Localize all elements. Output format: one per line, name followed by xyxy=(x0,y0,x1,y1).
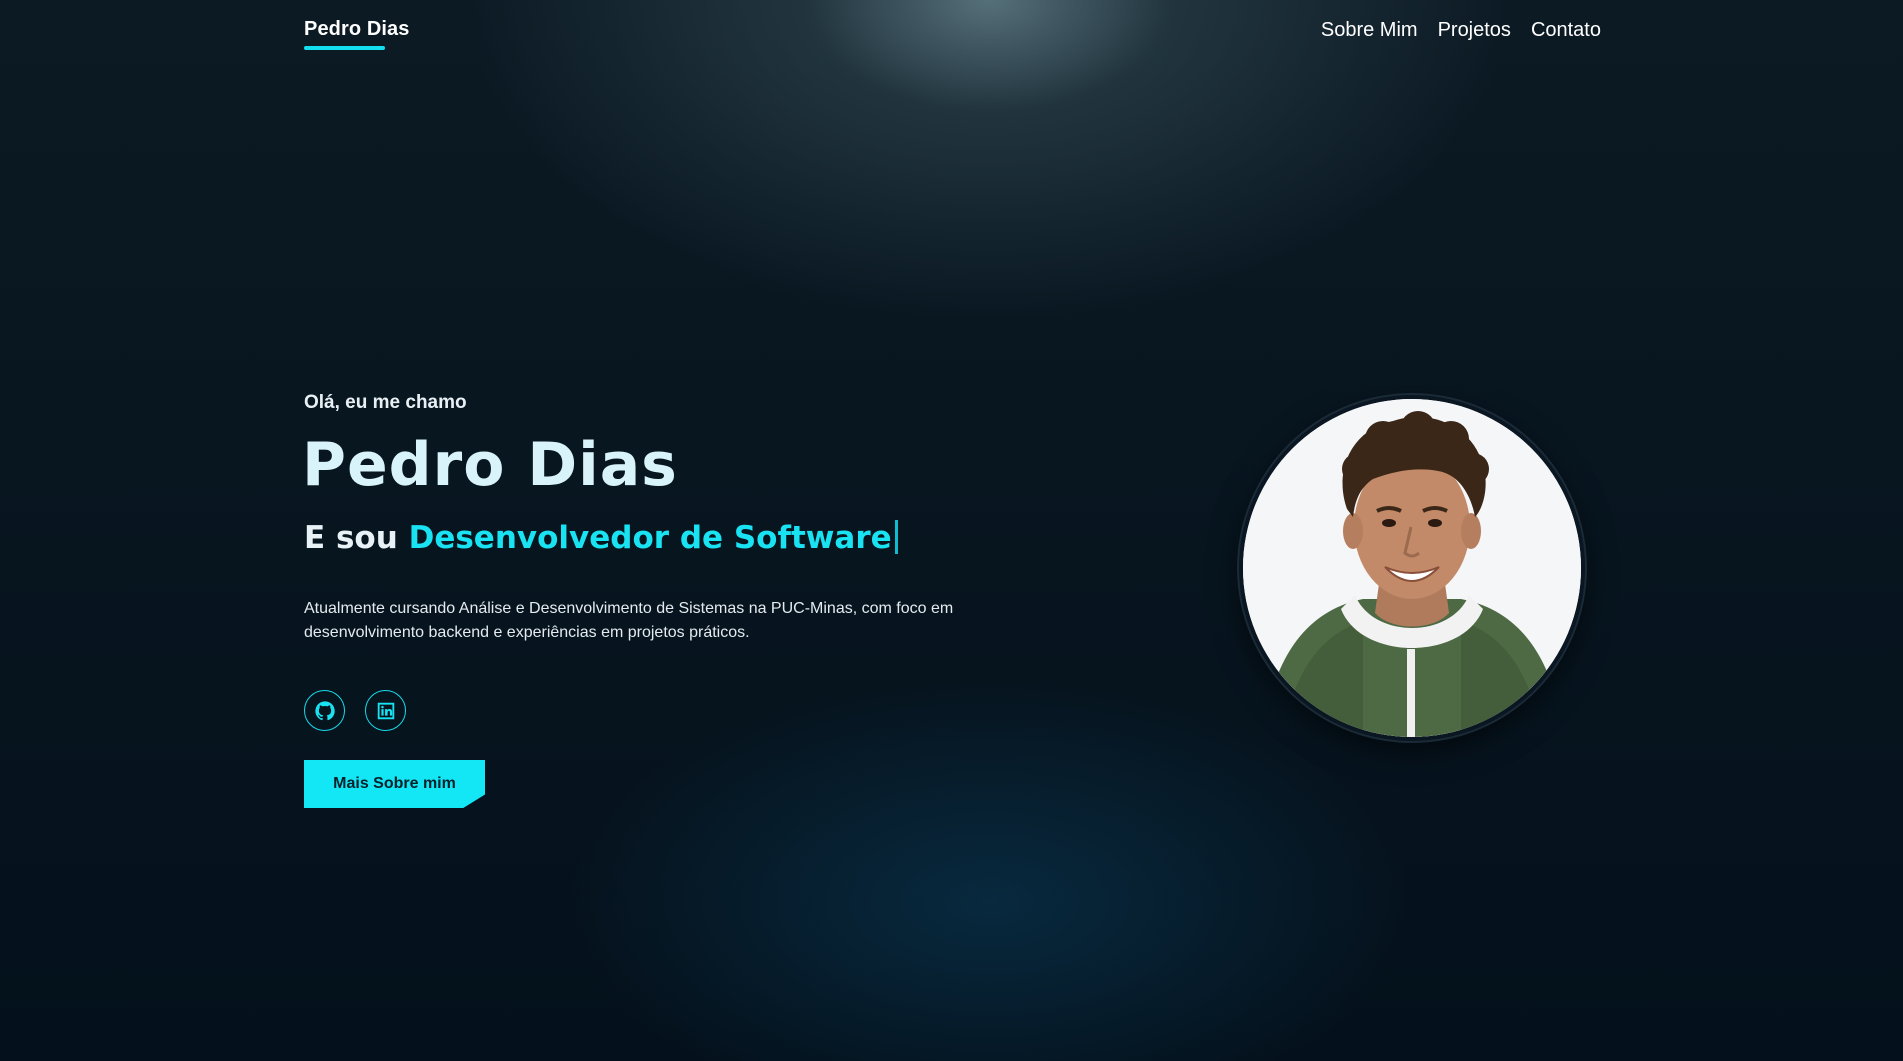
hero-role: E sou Desenvolvedor de Software xyxy=(304,520,898,556)
top-navbar: Pedro Dias Sobre Mim Projetos Contato xyxy=(0,0,1903,64)
portrait-illustration xyxy=(1243,399,1581,737)
nav-link-sobre-mim[interactable]: Sobre Mim xyxy=(1321,19,1418,42)
linkedin-link[interactable] xyxy=(365,690,406,731)
brand-logo[interactable]: Pedro Dias xyxy=(304,18,409,41)
nav-link-contato[interactable]: Contato xyxy=(1531,19,1601,42)
profile-photo-frame xyxy=(1239,395,1585,741)
social-links xyxy=(304,690,406,731)
nav-link-projetos[interactable]: Projetos xyxy=(1438,19,1511,42)
hero-description: Atualmente cursando Análise e Desenvolvi… xyxy=(304,600,954,641)
role-prefix: E sou xyxy=(304,520,409,556)
typing-caret xyxy=(894,520,898,554)
more-about-me-button[interactable]: Mais Sobre mim xyxy=(304,760,485,808)
hero-greeting: Olá, eu me chamo xyxy=(304,392,467,413)
profile-photo xyxy=(1243,399,1581,737)
nav-links: Sobre Mim Projetos Contato xyxy=(1321,19,1601,42)
role-highlight: Desenvolvedor de Software xyxy=(408,520,892,556)
hero-name: Pedro Dias xyxy=(302,430,678,500)
brand-underline xyxy=(304,46,385,50)
linkedin-icon xyxy=(377,702,394,719)
github-link[interactable] xyxy=(304,690,345,731)
github-icon xyxy=(314,700,335,720)
